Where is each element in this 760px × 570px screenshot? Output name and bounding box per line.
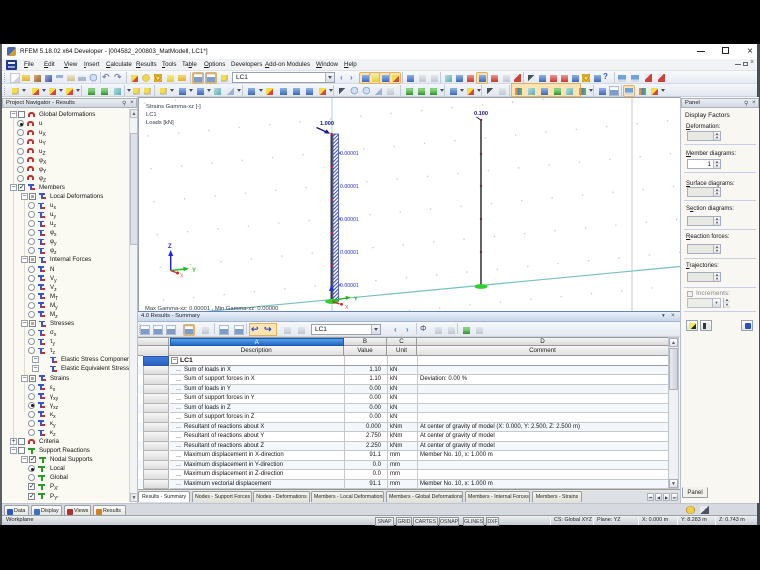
svg-text:LC1: LC1: [146, 112, 157, 118]
svg-text:1.000: 1.000: [320, 121, 334, 127]
svg-text:0.00001: 0.00001: [340, 250, 359, 256]
svg-text:0.00001: 0.00001: [340, 217, 359, 223]
svg-text:Y: Y: [192, 268, 196, 274]
svg-text:0.00001: 0.00001: [340, 283, 359, 289]
svg-text:Y: Y: [354, 297, 358, 303]
svg-text:0.00001: 0.00001: [340, 184, 359, 190]
svg-text:Strains Gamma-xz [-]: Strains Gamma-xz [-]: [146, 104, 201, 110]
svg-text:Z: Z: [168, 244, 172, 250]
svg-text:0.00001: 0.00001: [340, 151, 359, 157]
svg-text:X: X: [180, 274, 184, 280]
svg-text:Loads [kN]: Loads [kN]: [146, 120, 174, 126]
svg-text:0.100: 0.100: [474, 111, 488, 117]
